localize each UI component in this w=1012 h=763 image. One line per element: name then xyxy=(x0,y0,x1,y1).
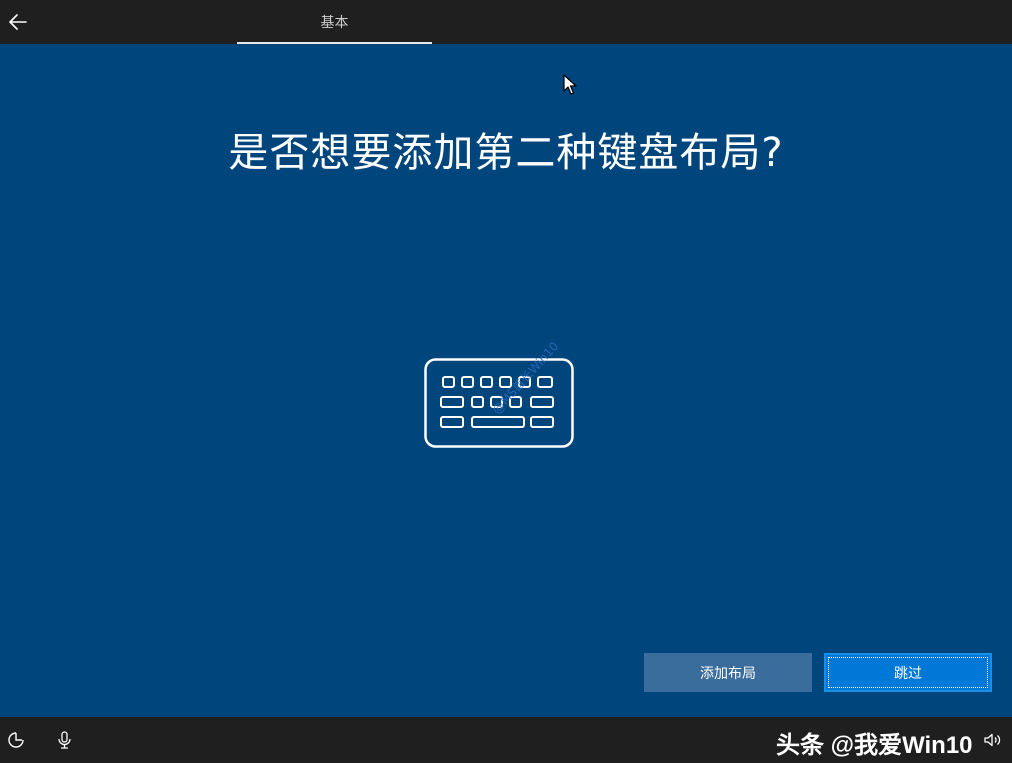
bottom-bar: 头条 @我爱Win10 xyxy=(0,717,1012,763)
page-title: 是否想要添加第二种键盘布局? xyxy=(228,130,784,176)
top-bar: 基本 xyxy=(0,0,1012,44)
main-content: 是否想要添加第二种键盘布局? @MS酋长Win10 添加布局 跳过 xyxy=(0,44,1012,717)
mouse-cursor-icon xyxy=(563,74,577,95)
ease-of-access-icon xyxy=(8,732,24,748)
microphone-button[interactable] xyxy=(55,730,75,750)
add-layout-button[interactable]: 添加布局 xyxy=(644,653,812,692)
volume-button[interactable] xyxy=(982,730,1002,750)
ease-of-access-button[interactable] xyxy=(6,730,26,750)
back-button[interactable] xyxy=(0,0,36,44)
volume-icon xyxy=(984,733,1001,747)
tab-basic[interactable]: 基本 xyxy=(237,0,432,44)
oobe-screen: 基本 是否想要添加第二种键盘布局? @MS酋长Win10 添加布局 跳过 头条 … xyxy=(0,0,1012,763)
skip-button[interactable]: 跳过 xyxy=(824,653,992,692)
tab-label: 基本 xyxy=(320,15,349,31)
brand-watermark: 头条 @我爱Win10 xyxy=(776,732,973,759)
microphone-icon xyxy=(58,731,71,749)
arrow-left-icon xyxy=(9,14,27,30)
